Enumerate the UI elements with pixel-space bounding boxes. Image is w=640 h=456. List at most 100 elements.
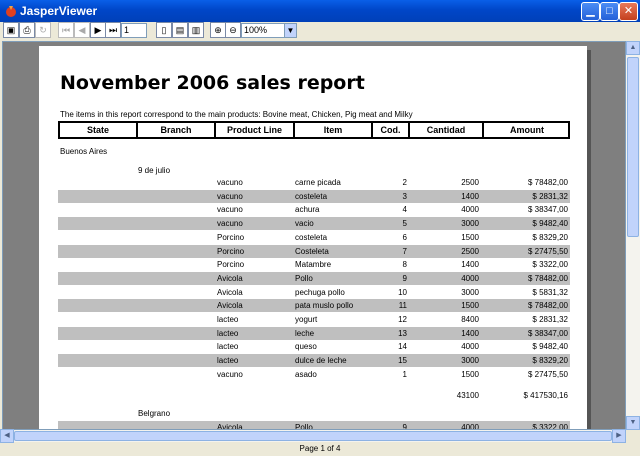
save-button[interactable]: ▣ [3,22,19,38]
cod-cell: 5 [402,219,407,229]
next-page-icon: ▶ [94,25,102,35]
report-intro: The items in this report correspond to t… [60,110,413,119]
item-cell: queso [295,342,317,352]
vertical-scroll-thumb[interactable] [627,57,639,237]
arrow-right-icon: ▶ [616,432,622,439]
fit-width-icon: ▥ [191,25,201,35]
close-button[interactable]: ✕ [619,2,638,21]
cod-cell: 9 [402,423,407,430]
jasper-app-icon [6,6,16,17]
actual-size-button[interactable]: ▯ [156,22,172,38]
cantidad-cell: 1500 [461,301,479,311]
amount-cell: $ 38347,00 [527,328,568,338]
total-amount: $ 417530,16 [523,391,569,400]
fit-width-button[interactable]: ▥ [188,22,204,38]
horizontal-scroll-thumb[interactable] [14,431,612,441]
cod-cell: 15 [398,356,407,366]
title-bar[interactable]: JasperViewer ▁ □ ✕ [0,0,640,22]
report-title: November 2006 sales report [60,72,365,94]
product-line-cell: lacteo [217,328,239,338]
amount-cell: $ 9482,40 [532,219,568,229]
arrow-down-icon: ▼ [629,419,637,426]
scroll-left-button[interactable]: ◀ [0,429,14,443]
amount-cell: $ 9482,40 [532,342,568,352]
product-line-cell: lacteo [217,356,239,366]
header-cod: Cod. [373,123,410,137]
item-cell: Matambre [295,260,332,270]
last-page-button[interactable]: ⏭ [105,22,121,38]
horizontal-scrollbar[interactable]: ◀ ▶ [0,429,626,443]
cantidad-cell: 3000 [461,356,479,366]
table-row: vacuno achura 4 4000 $ 38347,00 [58,203,570,216]
save-icon: ▣ [6,25,16,35]
product-line-cell: Avicola [217,273,243,283]
amount-cell: $ 38347,00 [527,205,568,215]
item-cell: dulce de leche [295,356,347,366]
product-line-cell: vacuno [217,205,243,215]
page-number-input[interactable]: 1 [121,23,147,38]
table-row: Avicola pechuga pollo 10 3000 $ 5831,32 [58,286,570,299]
product-line-cell: lacteo [217,315,239,324]
cantidad-cell: 4000 [461,273,479,283]
cantidad-cell: 2500 [461,178,479,187]
reload-button[interactable]: ↻ [35,22,51,38]
scroll-up-button[interactable]: ▲ [626,41,640,55]
print-icon: ⎙ [23,25,31,35]
fit-page-button[interactable]: ▤ [172,22,188,38]
cantidad-cell: 4000 [461,423,479,430]
last-page-icon: ⏭ [108,25,118,35]
cod-cell: 12 [398,315,407,324]
window-title: JasperViewer [20,4,98,18]
minimize-button[interactable]: ▁ [581,2,600,21]
header-amount: Amount [510,125,544,135]
report-viewport[interactable]: November 2006 sales report The items in … [2,41,626,430]
amount-cell: $ 8329,20 [532,232,568,242]
header-cantidad: Cantidad [410,123,484,137]
amount-cell: $ 3322,00 [532,260,568,270]
table-row: lacteo queso 14 4000 $ 9482,40 [58,340,570,353]
total-cantidad: 43100 [456,391,479,400]
reload-icon: ↻ [39,25,47,35]
zoom-out-button[interactable]: ⊖ [225,22,241,38]
cod-cell: 11 [398,301,407,311]
item-cell: asado [295,369,317,379]
zoom-in-button[interactable]: ⊕ [210,22,226,38]
zoom-combo-input[interactable]: 100% [241,23,285,38]
table-row: Porcino Matambre 8 1400 $ 3322,00 [58,258,570,271]
previous-page-button[interactable]: ◀ [74,22,90,38]
product-line-cell: Porcino [217,232,245,242]
amount-cell: $ 3322,00 [532,423,568,430]
cod-cell: 10 [398,287,407,297]
cantidad-cell: 4000 [461,342,479,352]
first-page-button[interactable]: ⏮ [58,22,74,38]
header-item: Item [295,123,373,137]
print-button[interactable]: ⎙ [19,22,35,38]
item-cell: Pollo [295,423,313,430]
table-row: Avicola Pollo 9 4000 $ 3322,00 [58,421,570,430]
scroll-down-button[interactable]: ▼ [626,416,640,430]
table-row: Avicola pata muslo pollo 11 1500 $ 78482,00 [58,299,570,313]
previous-page-icon: ◀ [78,25,86,35]
header-branch: Branch [138,123,216,137]
cod-cell: 3 [402,191,407,201]
cod-cell: 2 [402,178,407,187]
table-row: vacuno asado 1 1500 $ 27475,50 [58,368,570,381]
zoom-dropdown-button[interactable]: ▼ [284,23,297,38]
page-status: Page 1 of 4 [299,444,341,453]
chevron-down-icon: ▼ [286,26,295,35]
next-page-button[interactable]: ▶ [90,22,106,38]
branch-group-label-2: Belgrano [138,409,171,418]
maximize-button[interactable]: □ [600,2,619,21]
cantidad-cell: 3000 [461,219,479,229]
scroll-right-button[interactable]: ▶ [612,429,626,443]
product-line-cell: Porcino [217,260,245,270]
column-header-row: State Branch Product Line Item Cod. Cant… [58,121,570,139]
table-row: Porcino Costeleta 7 2500 $ 27475,50 [58,244,570,258]
zoom-out-icon: ⊖ [229,25,237,35]
product-line-cell: vacuno [217,178,243,187]
amount-cell: $ 27475,50 [527,369,568,379]
vertical-scrollbar[interactable]: ▲ ▼ [626,41,640,430]
amount-cell: $ 5831,32 [532,287,568,297]
item-cell: Costeleta [295,246,329,256]
amount-cell: $ 78482,00 [527,301,568,311]
